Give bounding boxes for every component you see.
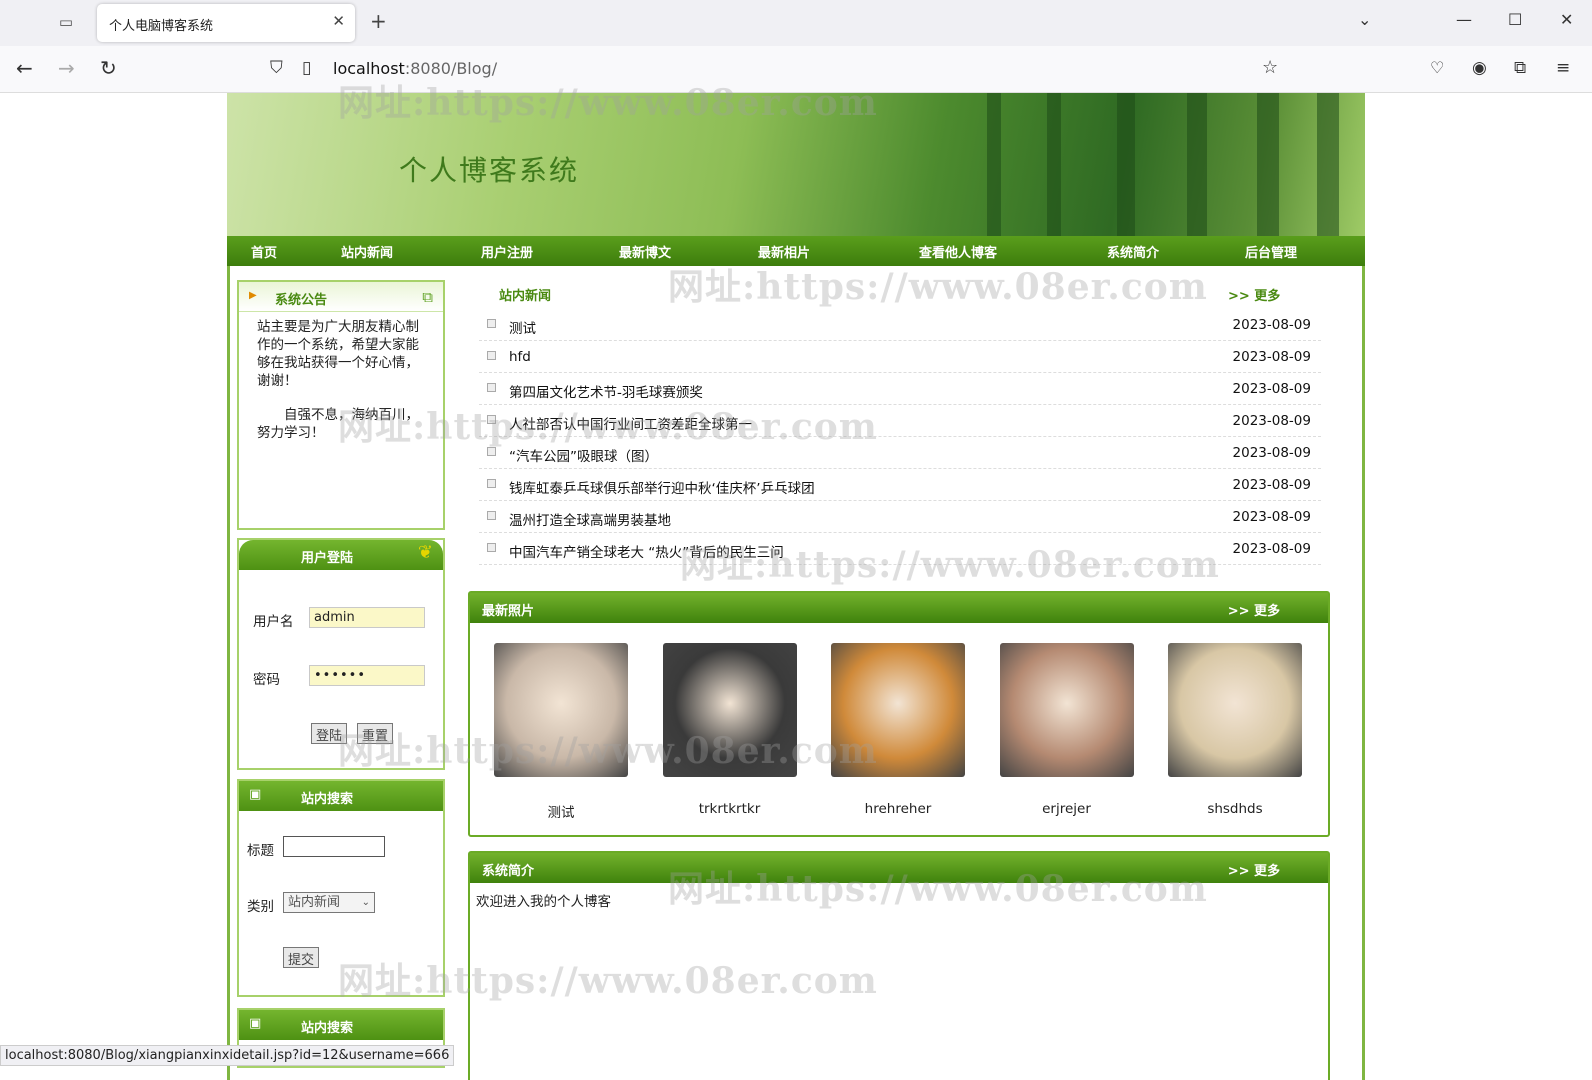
username-label: 用户名: [253, 614, 294, 630]
photos-header: 最新照片 >> 更多: [470, 593, 1328, 623]
photo-thumbnail[interactable]: [1168, 643, 1302, 777]
news-item-title[interactable]: 钱库虹泰乒乓球俱乐部举行迎中秋‘佳庆杯’乒乓球团: [509, 477, 815, 497]
news-item-date: 2023-08-09: [1232, 317, 1311, 333]
news-item-date: 2023-08-09: [1232, 381, 1311, 397]
username-input[interactable]: admin: [309, 607, 425, 628]
news-item-date: 2023-08-09: [1232, 349, 1311, 365]
password-input[interactable]: ••••••: [309, 665, 425, 686]
notice-header: ▶ 系统公告 ⧉: [239, 282, 443, 312]
category-selected: 站内新闻: [288, 895, 341, 910]
shield-icon[interactable]: ⛉: [270, 58, 283, 78]
right-border: [1362, 266, 1365, 1080]
news-item-title[interactable]: 温州打造全球高端男装基地: [509, 509, 671, 529]
search-box-icon: ▣: [249, 787, 262, 802]
bookmark-star-icon[interactable]: ☆: [1262, 58, 1278, 78]
minimize-icon[interactable]: —: [1456, 10, 1472, 29]
new-tab-icon[interactable]: +: [370, 9, 387, 33]
login-header: 用户登陆 ❦: [239, 540, 443, 570]
submit-button[interactable]: 提交: [283, 947, 320, 968]
news-row[interactable]: 测试 2023-08-09: [479, 309, 1321, 341]
search-box-icon: ▣: [249, 1016, 262, 1031]
intro-title: 系统简介: [482, 864, 535, 879]
watermark: 网址:https://www.08er.com: [338, 406, 878, 448]
watermark: 网址:https://www.08er.com: [668, 868, 1208, 910]
news-item-date: 2023-08-09: [1232, 477, 1311, 493]
notice-title: 系统公告: [275, 293, 328, 308]
maximize-icon[interactable]: ☐: [1508, 10, 1522, 29]
watermark: 网址:https://www.08er.com: [680, 544, 1220, 586]
menu-latest-posts[interactable]: 最新博文: [619, 242, 671, 261]
browser-tab[interactable]: 个人电脑博客系统 ✕: [97, 4, 355, 42]
news-item-date: 2023-08-09: [1232, 445, 1311, 461]
search-title-input[interactable]: [283, 836, 385, 857]
news-row[interactable]: hfd 2023-08-09: [479, 341, 1321, 373]
tab-overflow-icon[interactable]: ⌄: [1358, 10, 1371, 29]
bullet-icon: [487, 351, 496, 360]
reload-icon[interactable]: ↻: [100, 58, 117, 78]
status-bar-url: localhost:8080/Blog/xiangpianxinxidetail…: [0, 1045, 455, 1066]
category-select[interactable]: 站内新闻 ⌄: [283, 892, 375, 913]
search-title-2: 站内搜索: [301, 1021, 354, 1036]
bullet-icon: [487, 543, 496, 552]
intro-more-link[interactable]: >> 更多: [1228, 860, 1280, 879]
watermark: 网址:https://www.08er.com: [668, 266, 1208, 308]
search-title-label: 标题: [247, 843, 274, 859]
search-header: ▣ 站内搜索: [239, 781, 443, 811]
photo-caption[interactable]: erjrejer: [1000, 801, 1134, 817]
bullet-icon: [487, 479, 496, 488]
photo-caption[interactable]: trkrtkrtkr: [663, 801, 797, 817]
menu-icon[interactable]: ≡: [1556, 58, 1570, 78]
tab-list-icon[interactable]: ▭: [52, 10, 80, 34]
photos-title: 最新照片: [482, 604, 535, 619]
chevron-down-icon: ⌄: [361, 897, 370, 908]
photo-caption[interactable]: 测试: [494, 801, 628, 821]
menu-admin[interactable]: 后台管理: [1245, 242, 1297, 261]
page-icon: ▯: [302, 58, 312, 78]
watermark: 网址:https://www.08er.com: [338, 730, 878, 772]
menu-news[interactable]: 站内新闻: [341, 242, 393, 261]
pocket-icon[interactable]: ♡: [1430, 58, 1444, 78]
menu-register[interactable]: 用户注册: [481, 242, 533, 261]
back-icon[interactable]: ←: [16, 58, 33, 78]
site-title: 个人博客系统: [399, 154, 580, 187]
extensions-icon[interactable]: ⧉: [1514, 58, 1526, 78]
search-header-2: ▣ 站内搜索: [239, 1010, 443, 1040]
close-tab-icon[interactable]: ✕: [332, 12, 345, 30]
news-item-date: 2023-08-09: [1232, 413, 1311, 429]
category-label: 类别: [247, 899, 274, 915]
news-more-link[interactable]: >> 更多: [1228, 285, 1280, 304]
password-label: 密码: [253, 672, 280, 688]
bullet-icon: [487, 511, 496, 520]
leaf-icon: ❦: [417, 542, 433, 563]
news-row[interactable]: 温州打造全球高端男装基地 2023-08-09: [479, 501, 1321, 533]
photo-caption[interactable]: hrehreher: [831, 801, 965, 817]
bullet-icon: [487, 319, 496, 328]
photo-thumbnail[interactable]: [999, 643, 1134, 777]
watermark: 网址:https://www.08er.com: [338, 960, 878, 1002]
news-row[interactable]: 钱库虹泰乒乓球俱乐部举行迎中秋‘佳庆杯’乒乓球团 2023-08-09: [479, 469, 1321, 501]
windows-icon: ⧉: [422, 288, 433, 306]
watermark: 网址:https://www.08er.com: [338, 82, 878, 124]
search-title: 站内搜索: [301, 792, 354, 807]
news-item-date: 2023-08-09: [1232, 541, 1311, 557]
menu-home[interactable]: 首页: [251, 242, 277, 261]
forward-icon[interactable]: →: [58, 58, 75, 78]
left-border: [227, 266, 230, 1080]
news-title: 站内新闻: [499, 289, 552, 304]
photos-panel: 最新照片 >> 更多 测试 trkrtkrtkr hrehreher erjrejer…: [468, 591, 1330, 837]
account-icon[interactable]: ◉: [1472, 58, 1487, 78]
notice-paragraph-1: 站主要是为广大朋友精心制作的一个系统，希望大家能够在我站获得一个好心情，谢谢！: [257, 319, 419, 389]
tab-title: 个人电脑博客系统: [109, 19, 214, 34]
news-item-date: 2023-08-09: [1232, 509, 1311, 525]
news-item-title[interactable]: 测试: [509, 317, 536, 337]
login-title: 用户登陆: [301, 551, 354, 566]
bullet-icon: [487, 383, 496, 392]
close-window-icon[interactable]: ✕: [1560, 10, 1573, 29]
browser-tab-bar: ▭ 个人电脑博客系统 ✕ + ⌄ — ☐ ✕: [0, 0, 1592, 46]
arrow-icon: ▶: [249, 290, 257, 301]
photo-caption[interactable]: shsdhds: [1168, 801, 1302, 817]
photos-more-link[interactable]: >> 更多: [1228, 600, 1280, 619]
news-item-title[interactable]: hfd: [509, 349, 531, 365]
